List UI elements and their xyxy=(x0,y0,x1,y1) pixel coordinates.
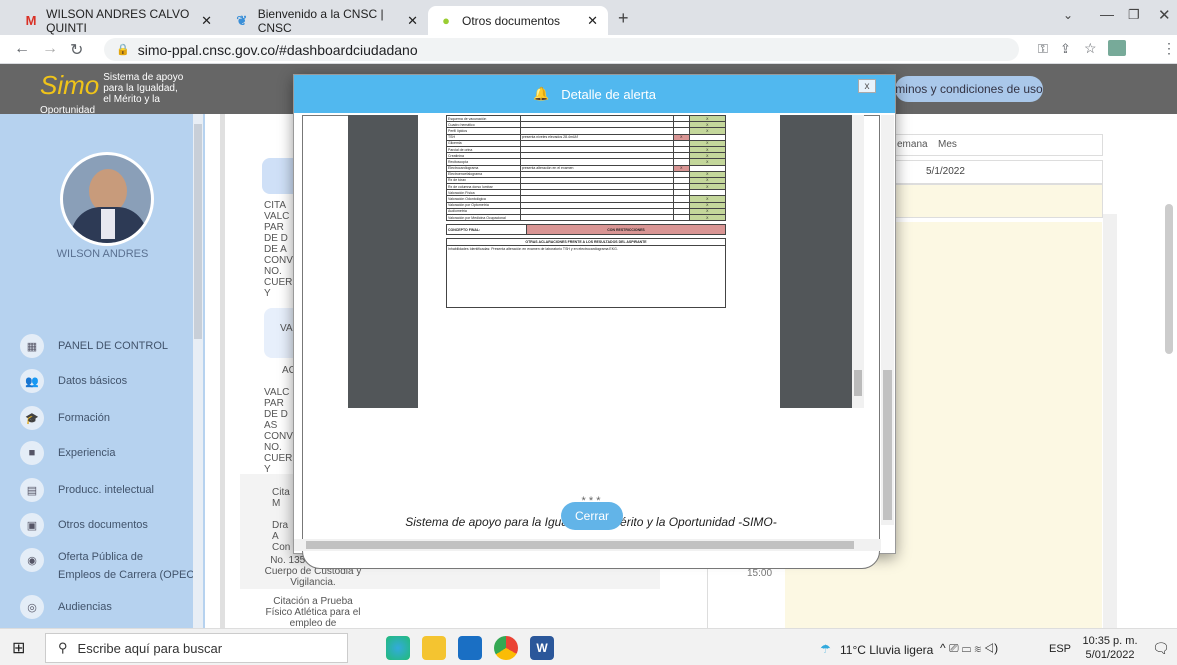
weather-icon: ☂ xyxy=(820,642,831,656)
browser-tab-bar: M WILSON ANDRES CALVO QUINTI ✕ ❦ Bienven… xyxy=(0,0,1177,35)
mail-icon[interactable] xyxy=(458,636,482,660)
close-tab-icon[interactable]: ✕ xyxy=(587,13,598,29)
sidebar-item-panel-de-control[interactable]: ▦ PANEL DE CONTROL xyxy=(20,331,168,361)
calendar-date: 5/1/2022 xyxy=(926,166,965,177)
exam-results-table: Esquema de vacunación X Cuadro hemático X Pe… xyxy=(446,114,727,222)
modal-header: 🔔 Detalle de alerta xyxy=(294,75,895,113)
reload-icon[interactable]: ↻ xyxy=(70,40,83,60)
sidebar-item-audiencias[interactable]: ◎ Audiencias xyxy=(20,592,112,622)
tab-search-icon[interactable]: ⌄ xyxy=(1063,8,1073,22)
sidebar-scrollbar[interactable] xyxy=(193,114,203,628)
back-icon[interactable]: ← xyxy=(14,40,30,58)
audience-icon: ◎ xyxy=(20,595,44,619)
alert-text-4: VALC PAR DE D AS CONV NO. CUER Y xyxy=(264,387,293,475)
calendar-time-label: 15:00 xyxy=(747,568,773,579)
terms-button[interactable]: minos y condiciones de uso xyxy=(895,76,1043,102)
modal-close-x-button[interactable]: x xyxy=(858,79,876,93)
windows-start-icon[interactable]: ⊞ xyxy=(12,638,25,658)
notes-box: OTRAS ACLARACIONES FRENTE A LOS RESULTAD… xyxy=(446,238,726,309)
sidebar-item-datos-basicos[interactable]: 👥 Datos básicos xyxy=(20,366,127,396)
sidebar-item-formacion[interactable]: 🎓 Formación xyxy=(20,403,110,433)
alert-text-1: CITA VALC PAR DE D DE A CONV NO. CUER Y xyxy=(264,200,293,299)
people-icon: 👥 xyxy=(20,369,44,393)
alert-text-2: VA xyxy=(280,323,293,334)
profile-icon[interactable] xyxy=(1108,40,1126,56)
new-tab-icon[interactable]: + xyxy=(618,8,629,29)
pdf-page: Esquema de vacunación X Cuadro hemático X Pe… xyxy=(418,114,780,408)
sidebar-item-produccion-intelectual[interactable]: ▤ Producc. intelectual xyxy=(20,475,154,505)
view-week-button[interactable]: emana xyxy=(897,139,928,150)
close-tab-icon[interactable]: ✕ xyxy=(201,13,212,29)
key-icon[interactable]: ⚿ xyxy=(1038,41,1048,57)
bell-icon: 🔔 xyxy=(533,86,550,101)
graduation-icon: 🎓 xyxy=(20,406,44,430)
user-name: WILSON ANDRES xyxy=(56,248,149,260)
final-concept-value: CON RESTRICCIONES xyxy=(526,224,726,236)
sidebar-item-opec[interactable]: ◉ Oferta Pública de Empleos de Carrera (OP… xyxy=(20,548,198,588)
word-icon[interactable]: W xyxy=(530,636,554,660)
modal-horizontal-scrollbar[interactable] xyxy=(294,539,881,551)
tab-cnsc[interactable]: ❦ Bienvenido a la CNSC | CNSC ✕ xyxy=(224,6,428,35)
avatar xyxy=(60,152,154,246)
pdf-scrollbar[interactable] xyxy=(852,115,864,408)
file-explorer-icon[interactable] xyxy=(422,636,446,660)
address-bar-row: ← → ↻ 🔒 simo-ppal.cnsc.gov.co/#dashboard… xyxy=(0,35,1177,64)
forward-icon[interactable]: → xyxy=(42,40,58,58)
minimize-icon[interactable]: — xyxy=(1100,6,1114,22)
tab-gmail[interactable]: M WILSON ANDRES CALVO QUINTI ✕ xyxy=(14,6,222,35)
sidebar-item-otros-documentos[interactable]: ▣ Otros documentos xyxy=(20,510,148,540)
cnsc-icon: ❦ xyxy=(236,12,248,28)
document-icon: ▣ xyxy=(20,513,44,537)
simo-logo[interactable]: Simo Sistema de apoyo para la Igualdad, … xyxy=(40,72,197,116)
globe-icon: ◉ xyxy=(20,548,44,572)
lock-icon: 🔒 xyxy=(116,44,130,56)
close-tab-icon[interactable]: ✕ xyxy=(407,13,418,29)
menu-icon[interactable]: ⋮ xyxy=(1162,40,1176,57)
exam-row: Valoración por Medicina Ocupacional X xyxy=(446,213,727,222)
restore-icon[interactable]: ❐ xyxy=(1128,7,1140,23)
alert-detail-modal: 🔔 Detalle de alerta x Esquema de vacunac… xyxy=(293,74,896,569)
edge-icon[interactable] xyxy=(386,636,410,660)
leaf-icon: ● xyxy=(442,13,450,28)
alert-text-5: Cita M Dra A Con xyxy=(272,487,291,553)
bookmark-star-icon[interactable]: ☆ xyxy=(1084,40,1097,57)
tab-otros-documentos[interactable]: ● Otros documentos ✕ xyxy=(428,6,608,35)
modal-vertical-scrollbar[interactable] xyxy=(881,115,894,525)
briefcase-icon: ■ xyxy=(20,441,44,465)
taskbar-search-input[interactable]: ⚲ Escribe aquí para buscar xyxy=(45,633,348,663)
url-bar[interactable]: 🔒 simo-ppal.cnsc.gov.co/#dashboardciudad… xyxy=(104,38,1019,61)
system-tray-icons[interactable]: ^ ⎚ ▭ ≋ ◁) xyxy=(940,641,998,656)
search-icon: ⚲ xyxy=(58,640,68,655)
gmail-icon: M xyxy=(25,13,37,28)
clock[interactable]: 10:35 p. m. 5/01/2022 xyxy=(1080,634,1140,662)
dashboard-icon: ▦ xyxy=(20,334,44,358)
chrome-icon[interactable] xyxy=(494,636,518,660)
close-window-icon[interactable]: ✕ xyxy=(1158,6,1171,24)
notifications-icon[interactable]: 🗨 xyxy=(1152,640,1170,657)
sidebar-item-experiencia[interactable]: ■ Experiencia xyxy=(20,438,115,468)
alert-text-7: Citación a Prueba Físico Atlética para e… xyxy=(265,596,361,629)
view-month-button[interactable]: Mes xyxy=(938,139,957,150)
close-button[interactable]: Cerrar xyxy=(561,502,623,530)
share-icon[interactable]: ⇪ xyxy=(1060,41,1071,57)
book-icon: ▤ xyxy=(20,478,44,502)
language-indicator[interactable]: ESP xyxy=(1049,643,1071,655)
weather-text[interactable]: 11°C Lluvia ligera xyxy=(840,643,933,657)
final-concept-table: CONCEPTO FINAL: CON RESTRICCIONES xyxy=(446,224,726,236)
